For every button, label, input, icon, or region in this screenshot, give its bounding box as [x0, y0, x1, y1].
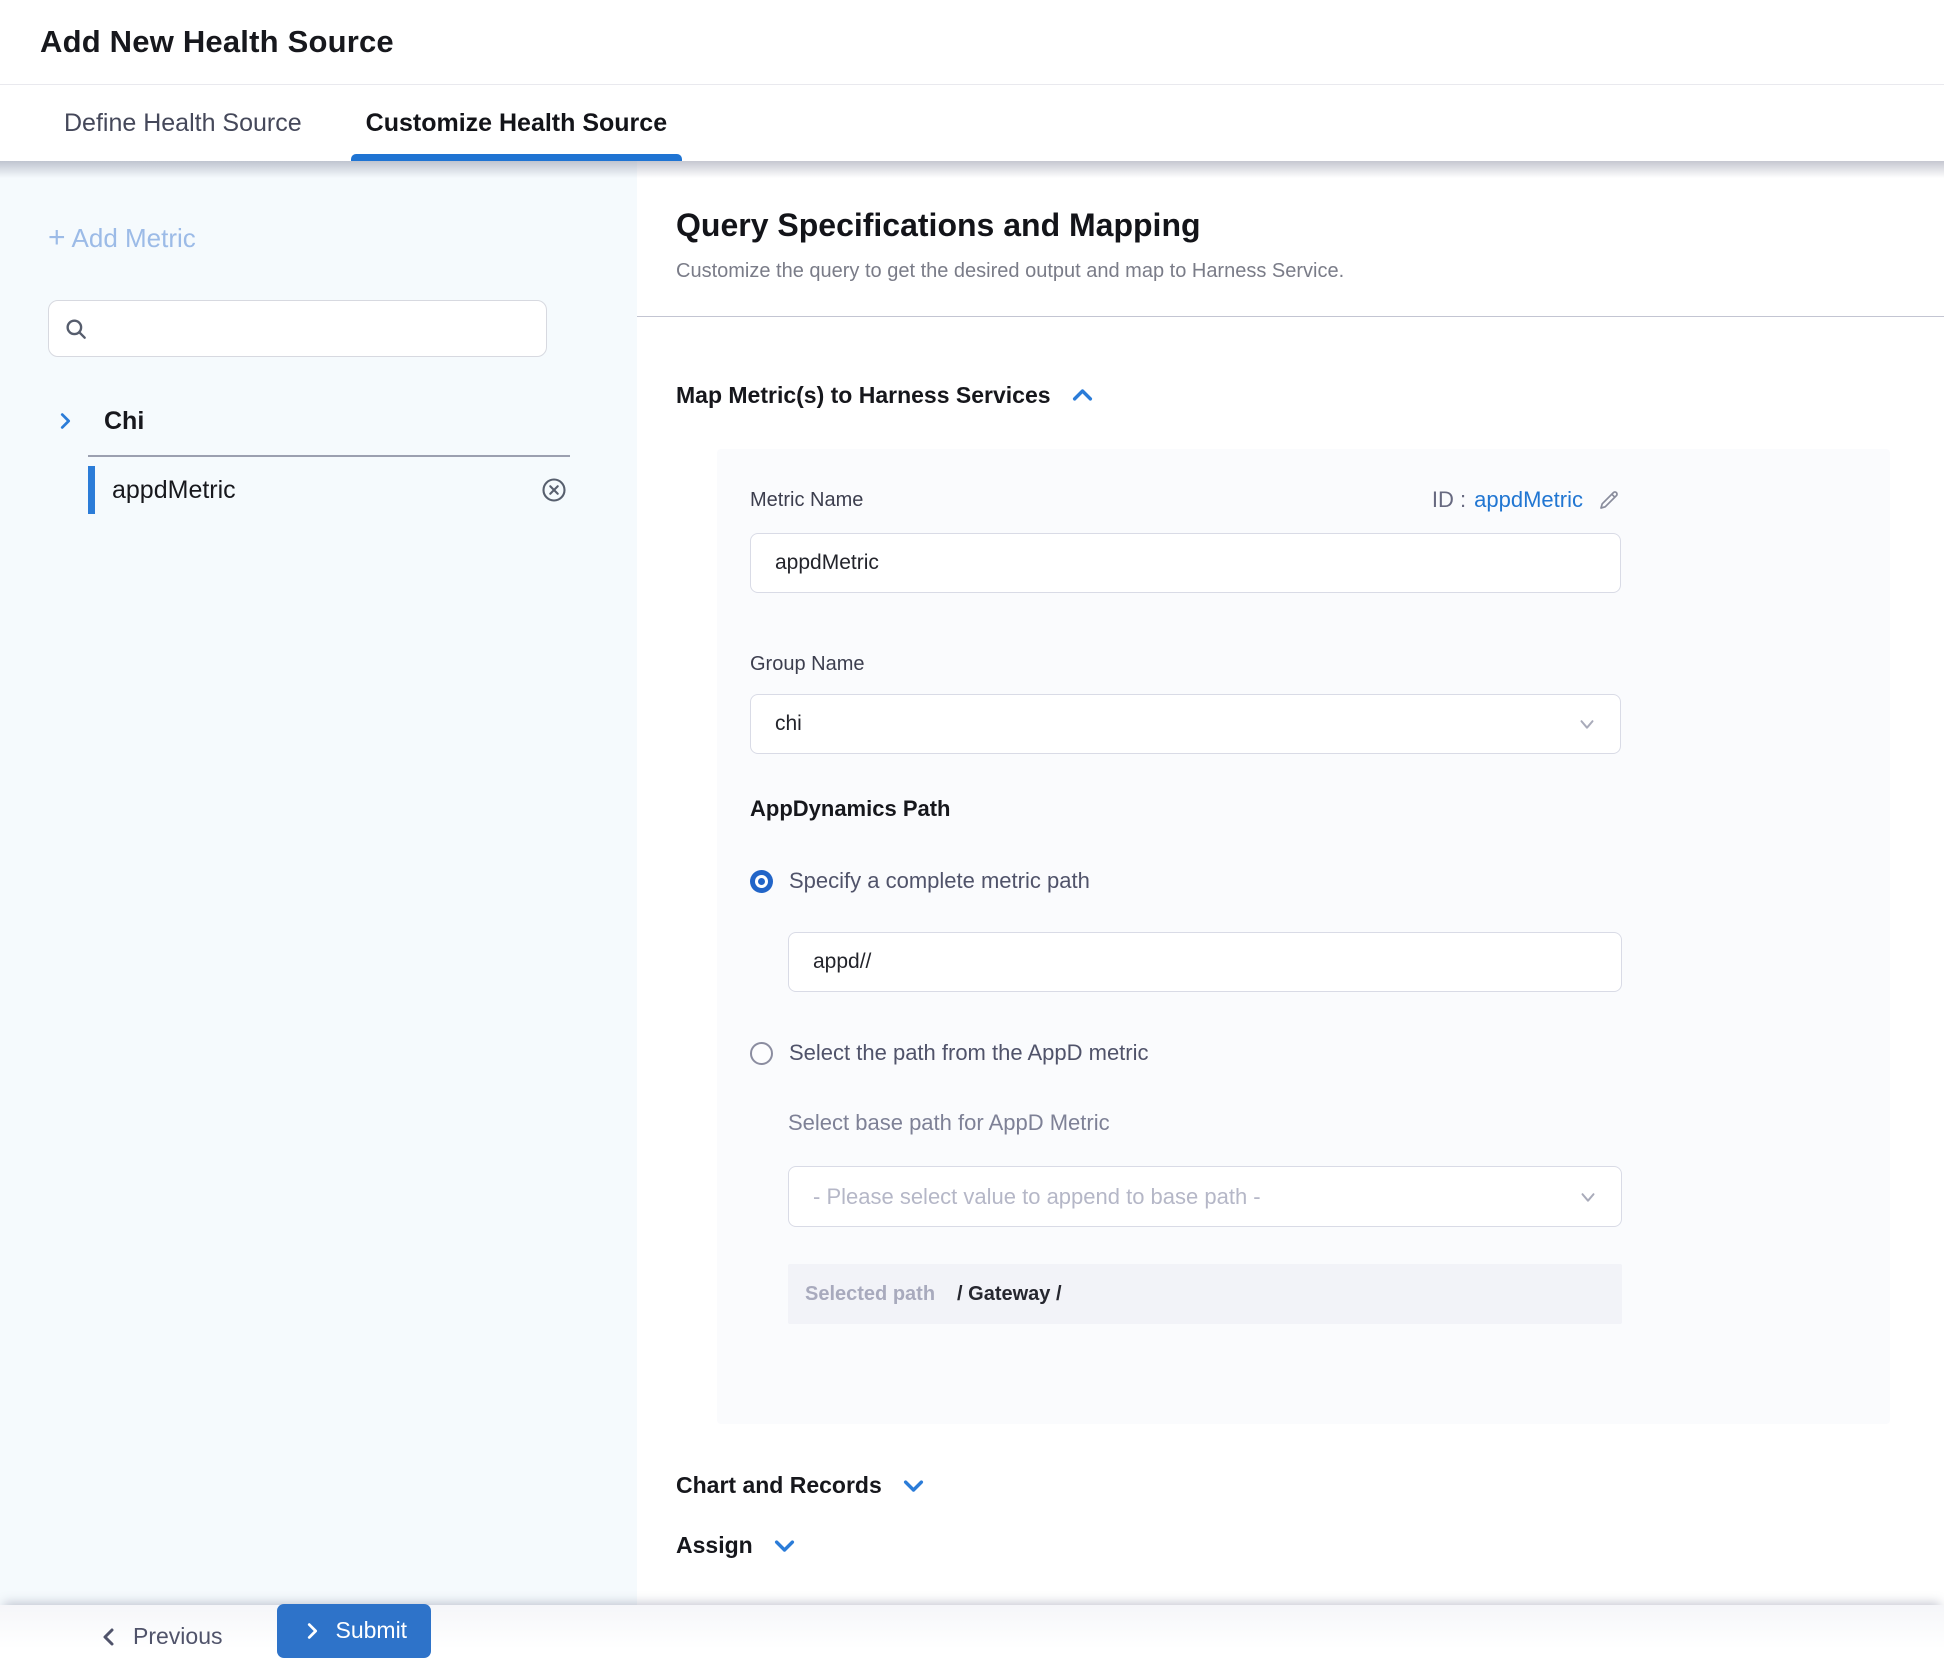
metric-name-input[interactable]	[750, 533, 1621, 593]
add-metric-button[interactable]: + Add Metric	[48, 223, 196, 254]
chevron-down-icon	[1576, 713, 1598, 735]
page-title: Add New Health Source	[40, 24, 1944, 60]
content-area: + Add Metric Chi appdMetric	[0, 161, 1944, 1605]
selected-indicator-bar	[88, 466, 95, 514]
radio-selected-icon	[750, 870, 773, 893]
tab-bar: Define Health Source Customize Health So…	[0, 84, 1944, 161]
group-name-select[interactable]: chi	[750, 694, 1621, 754]
metric-search-input[interactable]	[101, 316, 532, 342]
dialog-header: Add New Health Source	[0, 0, 1944, 84]
metric-item-appdmetric[interactable]: appdMetric	[88, 459, 570, 521]
tab-define-health-source[interactable]: Define Health Source	[49, 85, 317, 161]
chevron-right-icon	[54, 410, 76, 432]
metric-item-label: appdMetric	[112, 476, 236, 505]
tab-customize-health-source[interactable]: Customize Health Source	[351, 85, 682, 161]
section-title: Query Specifications and Mapping	[676, 207, 1944, 244]
radio-select-appd-path[interactable]: Select the path from the AppD metric	[750, 1040, 1149, 1066]
radio-select-label: Select the path from the AppD metric	[789, 1040, 1149, 1066]
id-label: ID :	[1432, 487, 1466, 513]
tab-define-label: Define Health Source	[64, 109, 302, 138]
plus-icon: +	[48, 223, 66, 253]
base-path-label: Select base path for AppD Metric	[788, 1110, 1621, 1136]
search-icon	[63, 316, 89, 342]
section-subtitle: Customize the query to get the desired o…	[676, 260, 1944, 283]
submit-button[interactable]: Submit	[277, 1604, 431, 1658]
chevron-down-icon	[771, 1532, 798, 1559]
remove-metric-icon[interactable]	[540, 476, 568, 504]
submit-label: Submit	[335, 1617, 407, 1644]
metric-name-label: Metric Name	[750, 489, 863, 512]
metric-search-box	[48, 300, 547, 357]
radio-unselected-icon	[750, 1042, 773, 1065]
tree-divider	[88, 455, 570, 457]
previous-label: Previous	[133, 1623, 222, 1650]
chevron-up-icon	[1069, 382, 1096, 409]
base-path-placeholder: - Please select value to append to base …	[813, 1184, 1261, 1210]
metric-mapping-card: Metric Name ID : appdMetric Group Nam	[717, 449, 1890, 1424]
chevron-left-icon	[97, 1625, 121, 1649]
chevron-down-icon	[900, 1472, 927, 1499]
map-metrics-section-title: Map Metric(s) to Harness Services	[676, 382, 1051, 409]
radio-complete-metric-path[interactable]: Specify a complete metric path	[750, 868, 1090, 894]
chart-and-records-title: Chart and Records	[676, 1472, 882, 1499]
metric-tree: Chi appdMetric	[48, 397, 637, 521]
wizard-footer: Previous Submit	[0, 1605, 1944, 1668]
previous-button[interactable]: Previous	[97, 1623, 222, 1650]
chart-and-records-section-toggle[interactable]: Chart and Records	[676, 1472, 927, 1499]
metric-id-group: ID : appdMetric	[1432, 487, 1621, 513]
metric-group-label: Chi	[104, 407, 144, 436]
edit-id-icon[interactable]	[1597, 488, 1621, 512]
map-metrics-section-toggle[interactable]: Map Metric(s) to Harness Services	[676, 382, 1096, 409]
appdynamics-path-heading: AppDynamics Path	[750, 796, 1621, 822]
query-spec-panel: Query Specifications and Mapping Customi…	[637, 161, 1944, 1605]
base-path-select[interactable]: - Please select value to append to base …	[788, 1166, 1622, 1227]
radio-complete-label: Specify a complete metric path	[789, 868, 1090, 894]
assign-section-toggle[interactable]: Assign	[676, 1532, 798, 1559]
chevron-right-icon	[301, 1620, 323, 1642]
section-divider	[637, 316, 1944, 317]
add-metric-label: Add Metric	[72, 223, 196, 254]
metrics-sidebar: + Add Metric Chi appdMetric	[0, 161, 637, 1605]
selected-path-value: / Gateway /	[957, 1283, 1062, 1306]
group-name-label: Group Name	[750, 653, 1621, 676]
selected-path-label: Selected path	[805, 1283, 935, 1306]
assign-title: Assign	[676, 1532, 753, 1559]
chevron-down-icon	[1577, 1186, 1599, 1208]
group-name-value: chi	[775, 712, 802, 736]
complete-metric-path-input[interactable]	[788, 932, 1622, 992]
tab-customize-label: Customize Health Source	[366, 109, 667, 138]
metric-group-chi[interactable]: Chi	[48, 397, 637, 445]
selected-path-box: Selected path / Gateway /	[788, 1264, 1622, 1324]
id-value-link[interactable]: appdMetric	[1474, 487, 1583, 513]
